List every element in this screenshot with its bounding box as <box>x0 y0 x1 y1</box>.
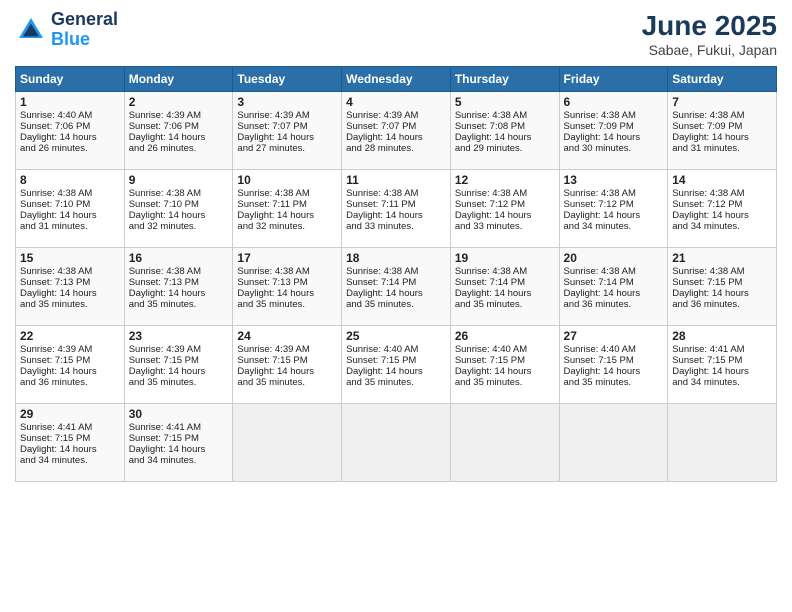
list-item: 21 Sunrise: 4:38 AM Sunset: 7:15 PM Dayl… <box>668 248 777 326</box>
col-tuesday: Tuesday <box>233 67 342 92</box>
list-item <box>559 404 668 482</box>
list-item <box>342 404 451 482</box>
list-item: 4 Sunrise: 4:39 AM Sunset: 7:07 PM Dayli… <box>342 92 451 170</box>
list-item: 6 Sunrise: 4:38 AM Sunset: 7:09 PM Dayli… <box>559 92 668 170</box>
list-item: 24 Sunrise: 4:39 AM Sunset: 7:15 PM Dayl… <box>233 326 342 404</box>
logo: General Blue <box>15 10 118 50</box>
col-friday: Friday <box>559 67 668 92</box>
col-monday: Monday <box>124 67 233 92</box>
list-item: 11 Sunrise: 4:38 AM Sunset: 7:11 PM Dayl… <box>342 170 451 248</box>
table-row: 29 Sunrise: 4:41 AM Sunset: 7:15 PM Dayl… <box>16 404 777 482</box>
list-item: 14 Sunrise: 4:38 AM Sunset: 7:12 PM Dayl… <box>668 170 777 248</box>
list-item: 23 Sunrise: 4:39 AM Sunset: 7:15 PM Dayl… <box>124 326 233 404</box>
logo-icon <box>15 14 47 46</box>
list-item: 7 Sunrise: 4:38 AM Sunset: 7:09 PM Dayli… <box>668 92 777 170</box>
list-item: 22 Sunrise: 4:39 AM Sunset: 7:15 PM Dayl… <box>16 326 125 404</box>
list-item: 20 Sunrise: 4:38 AM Sunset: 7:14 PM Dayl… <box>559 248 668 326</box>
list-item: 3 Sunrise: 4:39 AM Sunset: 7:07 PM Dayli… <box>233 92 342 170</box>
calendar-header-row: Sunday Monday Tuesday Wednesday Thursday… <box>16 67 777 92</box>
col-saturday: Saturday <box>668 67 777 92</box>
list-item: 26 Sunrise: 4:40 AM Sunset: 7:15 PM Dayl… <box>450 326 559 404</box>
calendar-table: Sunday Monday Tuesday Wednesday Thursday… <box>15 66 777 482</box>
list-item: 13 Sunrise: 4:38 AM Sunset: 7:12 PM Dayl… <box>559 170 668 248</box>
list-item: 15 Sunrise: 4:38 AM Sunset: 7:13 PM Dayl… <box>16 248 125 326</box>
list-item: 25 Sunrise: 4:40 AM Sunset: 7:15 PM Dayl… <box>342 326 451 404</box>
page-title: June 2025 <box>642 10 777 42</box>
table-row: 8 Sunrise: 4:38 AM Sunset: 7:10 PM Dayli… <box>16 170 777 248</box>
list-item: 5 Sunrise: 4:38 AM Sunset: 7:08 PM Dayli… <box>450 92 559 170</box>
page-subtitle: Sabae, Fukui, Japan <box>642 42 777 58</box>
list-item: 17 Sunrise: 4:38 AM Sunset: 7:13 PM Dayl… <box>233 248 342 326</box>
table-row: 15 Sunrise: 4:38 AM Sunset: 7:13 PM Dayl… <box>16 248 777 326</box>
list-item: 2 Sunrise: 4:39 AM Sunset: 7:06 PM Dayli… <box>124 92 233 170</box>
header: General Blue June 2025 Sabae, Fukui, Jap… <box>15 10 777 58</box>
logo-text: General Blue <box>51 10 118 50</box>
list-item: 29 Sunrise: 4:41 AM Sunset: 7:15 PM Dayl… <box>16 404 125 482</box>
table-row: 1 Sunrise: 4:40 AM Sunset: 7:06 PM Dayli… <box>16 92 777 170</box>
list-item: 30 Sunrise: 4:41 AM Sunset: 7:15 PM Dayl… <box>124 404 233 482</box>
list-item: 28 Sunrise: 4:41 AM Sunset: 7:15 PM Dayl… <box>668 326 777 404</box>
col-sunday: Sunday <box>16 67 125 92</box>
list-item <box>233 404 342 482</box>
list-item <box>668 404 777 482</box>
col-thursday: Thursday <box>450 67 559 92</box>
page: General Blue June 2025 Sabae, Fukui, Jap… <box>0 0 792 612</box>
list-item: 8 Sunrise: 4:38 AM Sunset: 7:10 PM Dayli… <box>16 170 125 248</box>
list-item: 19 Sunrise: 4:38 AM Sunset: 7:14 PM Dayl… <box>450 248 559 326</box>
list-item: 27 Sunrise: 4:40 AM Sunset: 7:15 PM Dayl… <box>559 326 668 404</box>
title-block: June 2025 Sabae, Fukui, Japan <box>642 10 777 58</box>
col-wednesday: Wednesday <box>342 67 451 92</box>
table-row: 22 Sunrise: 4:39 AM Sunset: 7:15 PM Dayl… <box>16 326 777 404</box>
list-item <box>450 404 559 482</box>
list-item: 12 Sunrise: 4:38 AM Sunset: 7:12 PM Dayl… <box>450 170 559 248</box>
list-item: 18 Sunrise: 4:38 AM Sunset: 7:14 PM Dayl… <box>342 248 451 326</box>
list-item: 9 Sunrise: 4:38 AM Sunset: 7:10 PM Dayli… <box>124 170 233 248</box>
list-item: 1 Sunrise: 4:40 AM Sunset: 7:06 PM Dayli… <box>16 92 125 170</box>
list-item: 10 Sunrise: 4:38 AM Sunset: 7:11 PM Dayl… <box>233 170 342 248</box>
list-item: 16 Sunrise: 4:38 AM Sunset: 7:13 PM Dayl… <box>124 248 233 326</box>
